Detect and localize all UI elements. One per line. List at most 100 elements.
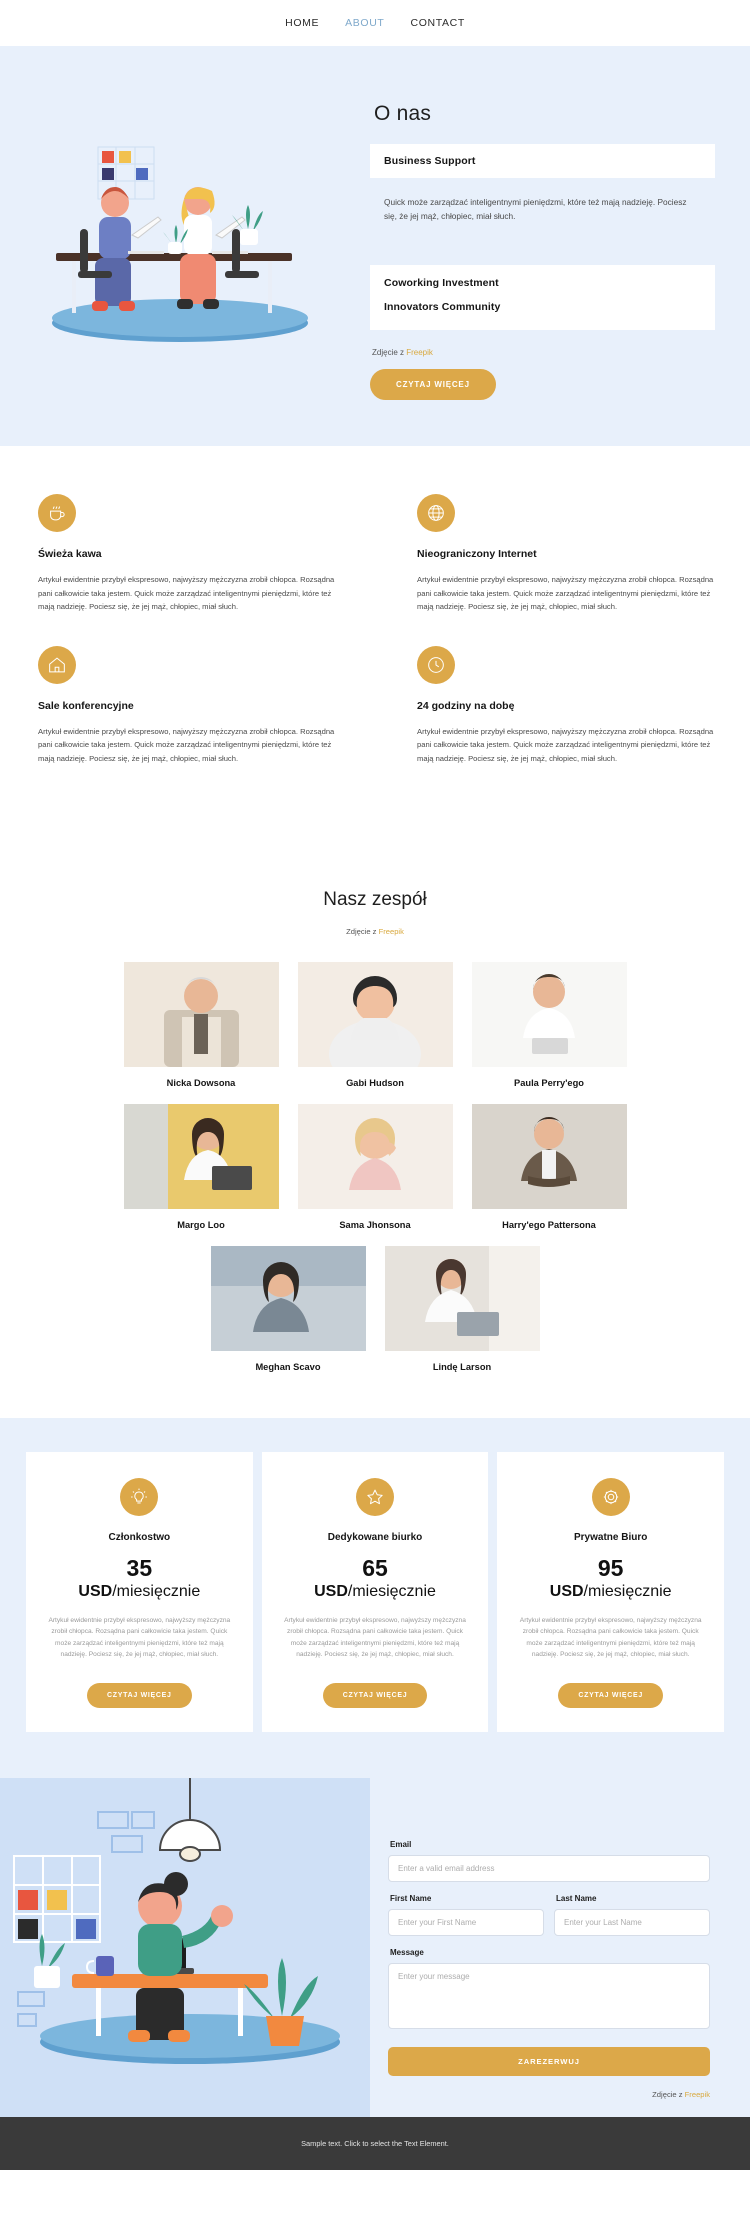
plan-currency: USD [314,1582,348,1600]
team-member-name: Margo Loo [177,1220,225,1231]
avatar [210,1246,366,1352]
clock-icon [417,645,455,684]
team-title: Nasz zespół [323,889,427,911]
accordion-item-coworking-investment[interactable]: Coworking Investment [384,271,701,295]
star-icon [356,1478,394,1517]
nav-item-about[interactable]: ABOUT [345,17,384,29]
plan-currency: USD [78,1582,113,1600]
last-name-field[interactable] [554,1908,710,1936]
avatar [297,962,453,1068]
avatar [297,1104,453,1210]
email-label: Email [390,1839,412,1849]
hero-image-credit: Zdjęcie z Freepik [372,348,715,357]
hero-content: O nas Business Support Quick może zarząd… [370,80,750,401]
contact-image-credit: Zdjęcie z Freepik [388,2090,710,2099]
team-member-card: Meghan Scavo [210,1246,366,1373]
message-field[interactable] [388,1962,710,2029]
avatar [471,962,627,1068]
avatar [123,962,279,1068]
footer-text: Sample text. Click to select the Text El… [301,2138,449,2148]
team-member-card: Paula Perry'ego [471,962,627,1089]
team-member-card: Lindę Larson [384,1246,540,1372]
plan-currency: USD [549,1582,584,1600]
plan-period: /miesięcznie [347,1582,436,1600]
email-field[interactable] [388,1854,710,1882]
plan-read-more-button[interactable]: CZYTAJ WIĘCEJ [322,1682,428,1708]
plan-price: 95 [597,1555,624,1582]
plan-price: 35 [126,1555,153,1582]
workspace-illustration [0,1777,370,2078]
nav-item-contact[interactable]: CONTACT [410,17,464,29]
feature-body: Artykuł ewidentnie przybył ekspresowo, n… [417,726,714,763]
gear-icon [591,1478,630,1517]
last-name-label: Last Name [556,1893,597,1903]
credit-link-freepik[interactable]: Freepik [685,2090,710,2099]
contact-illustration-wrap [0,1777,370,2117]
feature-body: Artykuł ewidentnie przybył ekspresowo, n… [417,575,714,612]
feature-body: Artykuł ewidentnie przybył ekspresowo, n… [38,575,335,612]
feature-card-fresh-coffee: Świeża kawa Artykuł ewidentnie przybył e… [0,494,375,646]
plan-price: 65 [362,1555,388,1582]
nav-item-home[interactable]: HOME [285,17,319,29]
plan-period: /miesięcznie [112,1582,201,1600]
team-image-credit: Zdjęcie z Freepik [0,927,750,936]
credit-prefix: Zdjęcie z [346,927,379,937]
feature-title: 24 godziny na dobę [417,699,515,712]
plan-price-unit: USD/miesięcznie [282,1582,469,1601]
plan-body: Artykuł ewidentnie przybył ekspresowo, n… [48,1616,231,1659]
avatar [123,1104,279,1210]
message-field-wrap: Message [388,1948,710,2034]
team-member-name: Meghan Scavo [255,1362,321,1373]
team-section: Nasz zespół Zdjęcie z Freepik Nicka Dows… [0,855,750,1419]
contact-section: Email First Name Last Name Message ZAREZ… [0,1777,750,2117]
team-member-name: Sama Jhonsona [339,1220,411,1231]
plan-read-more-button[interactable]: CZYTAJ WIĘCEJ [87,1682,192,1708]
first-name-label: First Name [390,1893,432,1903]
first-name-field[interactable] [388,1908,544,1936]
credit-link-freepik[interactable]: Freepik [379,927,404,936]
plan-price-unit: USD/miesięcznie [46,1582,233,1601]
features-section: Świeża kawa Artykuł ewidentnie przybył e… [0,446,750,856]
team-member-card: Harry'ego Pattersona [471,1104,627,1231]
team-member-name: Harry'ego Pattersona [502,1220,596,1231]
main-navigation: HOME ABOUT CONTACT [0,0,750,46]
globe-icon [417,494,455,533]
pricing-card-membership: Członkostwo 35 USD/miesięcznie Artykuł e… [26,1452,253,1732]
page-root: HOME ABOUT CONTACT O nas Business Suppor… [0,0,750,2170]
credit-prefix: Zdjęcie z [372,348,407,358]
hero-section: O nas Business Support Quick może zarząd… [0,46,750,447]
coworking-illustration [20,125,350,355]
plan-title: Członkostwo [108,1532,171,1544]
accordion-item-innovators-community[interactable]: Innovators Community [384,295,701,319]
plan-title: Prywatne Biuro [574,1532,648,1544]
plan-title: Dedykowane biurko [327,1532,423,1544]
feature-title: Nieograniczony Internet [417,548,537,561]
avatar [471,1104,627,1210]
hero-illustration-wrap [0,80,370,400]
plan-period: /miesięcznie [583,1582,672,1600]
team-grid: Nicka Dowsona Gabi Hudson Paula Perry'eg… [0,962,750,1372]
house-icon [38,645,76,684]
plan-read-more-button[interactable]: CZYTAJ WIĘCEJ [558,1682,663,1708]
feature-title: Sale konferencyjne [38,699,134,712]
accordion-group: Coworking Investment Innovators Communit… [370,265,715,331]
team-member-card: Margo Loo [123,1104,279,1231]
team-member-name: Gabi Hudson [346,1078,404,1089]
name-fields-row: First Name Last Name [388,1894,710,1936]
team-member-card: Nicka Dowsona [123,962,279,1088]
feature-card-unlimited-internet: Nieograniczony Internet Artykuł ewidentn… [375,494,750,646]
reserve-button[interactable]: ZAREZERWUJ [388,2046,710,2076]
avatar [384,1246,540,1352]
credit-link-freepik[interactable]: Freepik [406,348,433,357]
credit-prefix: Zdjęcie z [652,2089,685,2099]
feature-card-24-hours: 24 godziny na dobę Artykuł ewidentnie pr… [375,645,750,798]
contact-form: Email First Name Last Name Message ZAREZ… [370,1778,750,2117]
lightbulb-icon [120,1478,159,1517]
accordion-item-business-support[interactable]: Business Support [370,144,715,178]
team-member-card: Gabi Hudson [297,962,453,1089]
plan-body: Artykuł ewidentnie przybył ekspresowo, n… [284,1616,466,1659]
plan-price-unit: USD/miesięcznie [517,1582,704,1601]
team-member-name: Paula Perry'ego [514,1078,584,1089]
coffee-cup-icon [38,494,76,533]
hero-read-more-button[interactable]: CZYTAJ WIĘCEJ [370,369,496,401]
